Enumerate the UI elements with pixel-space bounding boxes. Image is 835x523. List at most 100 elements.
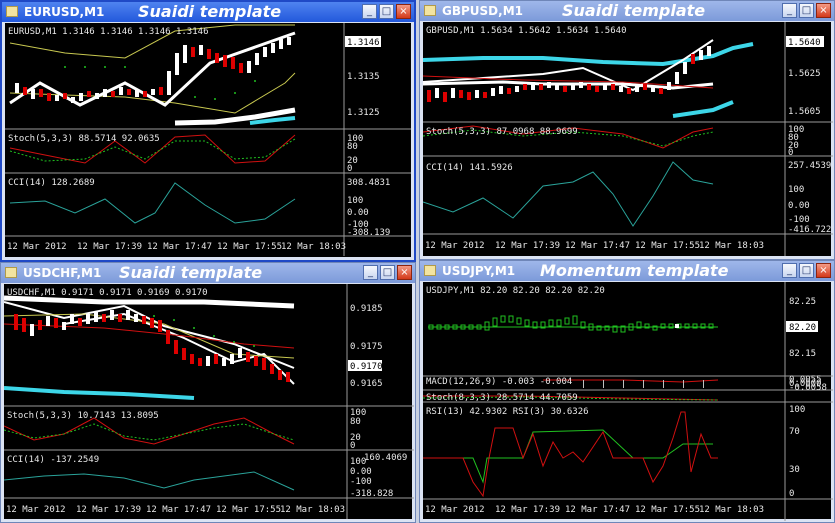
close-button[interactable]: × bbox=[816, 3, 831, 18]
time-axis-label: 12 Mar 18:03 bbox=[280, 505, 345, 515]
current-price-label: 1.5640 bbox=[788, 38, 821, 48]
title-bar[interactable]: GBPUSD,M1 Suaidi template _ □ × bbox=[420, 1, 834, 21]
maximize-button[interactable]: □ bbox=[799, 3, 814, 18]
price-axis-label: 1.3135 bbox=[347, 72, 380, 82]
chart-window-icon bbox=[5, 267, 17, 278]
cci-axis-label: 100 bbox=[350, 457, 366, 467]
time-axis-label: 12 Mar 17:55 bbox=[635, 505, 700, 515]
cci-axis-label: 308.4831 bbox=[347, 178, 390, 188]
price-chart-area[interactable]: USDJPY,M1 82.20 82.20 82.20 82.20 82.25 … bbox=[423, 282, 833, 521]
minimize-button[interactable]: _ bbox=[782, 263, 797, 278]
time-axis-label: 12 Mar 2012 bbox=[425, 505, 485, 515]
stoch-axis-label: 80 bbox=[350, 417, 361, 427]
cci-axis-label: -100 bbox=[350, 477, 372, 487]
price-info: USDJPY,M1 82.20 82.20 82.20 82.20 bbox=[426, 286, 605, 296]
title-bar[interactable]: USDJPY,M1 Momentum template _ □ × bbox=[420, 261, 834, 281]
price-info: USDCHF,M1 0.9171 0.9171 0.9169 0.9170 bbox=[7, 288, 207, 298]
time-axis-label: 12 Mar 2012 bbox=[425, 241, 485, 251]
window-title: USDJPY,M1 bbox=[442, 264, 516, 278]
maximize-button[interactable]: □ bbox=[379, 4, 394, 19]
current-price-label: 82.20 bbox=[789, 323, 816, 333]
cci-axis-label: 0.00 bbox=[788, 201, 810, 211]
indicator-label: Stoch(5,3,3) 10.7143 13.8095 bbox=[7, 411, 159, 421]
usdchf-chart-window[interactable]: USDCHF,M1 Suaidi template _ □ × USDCHF,M… bbox=[0, 262, 416, 523]
cci-axis-label: -100 bbox=[788, 215, 810, 225]
indicator-label: CCI(14) -137.2549 bbox=[7, 455, 99, 465]
time-axis-label: 12 Mar 17:47 bbox=[146, 505, 211, 515]
rsi-axis-label: 100 bbox=[789, 405, 805, 415]
time-axis-label: 12 Mar 17:55 bbox=[635, 241, 700, 251]
cci-axis-label: -416.722 bbox=[788, 225, 831, 235]
price-axis-label: 0.9185 bbox=[350, 304, 383, 314]
template-name: Suaidi template bbox=[562, 1, 706, 20]
time-axis-label: 12 Mar 17:39 bbox=[77, 242, 142, 252]
time-axis-label: 12 Mar 2012 bbox=[7, 242, 67, 252]
usdchf-candles bbox=[14, 310, 290, 382]
close-button[interactable]: × bbox=[816, 263, 831, 278]
price-axis-label: 0.9175 bbox=[350, 342, 383, 352]
gbpusd-candles bbox=[427, 46, 711, 102]
stoch-axis-label: 0 bbox=[788, 148, 793, 158]
time-axis-label: 12 Mar 17:47 bbox=[565, 505, 630, 515]
indicator-label: RSI(13) 42.9302 RSI(3) 30.6326 bbox=[426, 407, 589, 417]
indicator-label: Stoch(5,3,3) 88.5714 92.0635 bbox=[8, 134, 160, 144]
price-axis-label: 82.25 bbox=[789, 297, 816, 307]
cci-axis-label: 0.00 bbox=[347, 208, 369, 218]
price-axis-label: 1.5605 bbox=[788, 107, 821, 117]
window-title: GBPUSD,M1 bbox=[442, 4, 523, 18]
time-axis-label: 12 Mar 18:03 bbox=[699, 505, 764, 515]
minimize-button[interactable]: _ bbox=[362, 4, 377, 19]
minimize-button[interactable]: _ bbox=[363, 265, 378, 280]
cci-axis-label: 160.4069 bbox=[364, 453, 407, 463]
price-chart-area[interactable]: EURUSD,M1 1.3146 1.3146 1.3146 1.3146 1.… bbox=[5, 23, 411, 257]
time-axis-label: 12 Mar 18:03 bbox=[281, 242, 346, 252]
chart-window-icon bbox=[424, 265, 436, 276]
cci-axis-label: -308.139 bbox=[347, 228, 390, 238]
time-axis-label: 12 Mar 17:47 bbox=[565, 241, 630, 251]
minimize-button[interactable]: _ bbox=[782, 3, 797, 18]
price-chart-area[interactable]: USDCHF,M1 0.9171 0.9171 0.9169 0.9170 0.… bbox=[4, 284, 414, 519]
chart-canvas: GBPUSD,M1 1.5634 1.5642 1.5634 1.5640 1.… bbox=[423, 22, 833, 256]
time-axis-label: 12 Mar 18:03 bbox=[699, 241, 764, 251]
close-button[interactable]: × bbox=[397, 265, 412, 280]
cci-axis-label: -318.828 bbox=[350, 489, 393, 499]
gbpusd-chart-window[interactable]: GBPUSD,M1 Suaidi template _ □ × GBPUSD,M… bbox=[419, 0, 835, 260]
time-axis-label: 12 Mar 17:55 bbox=[216, 505, 281, 515]
indicator-label: CCI(14) 141.5926 bbox=[426, 163, 513, 173]
indicator-label: Stoch(8,3,3) 28.5714 44.7059 bbox=[426, 393, 578, 403]
time-axis-label: 12 Mar 17:47 bbox=[147, 242, 212, 252]
stoch-axis-label: 80 bbox=[347, 142, 358, 152]
maximize-button[interactable]: □ bbox=[799, 263, 814, 278]
chart-window-icon bbox=[6, 6, 18, 17]
maximize-button[interactable]: □ bbox=[380, 265, 395, 280]
indicator-label: CCI(14) 128.2689 bbox=[8, 178, 95, 188]
close-button[interactable]: × bbox=[396, 4, 411, 19]
cci-axis-label: 0.00 bbox=[350, 467, 372, 477]
price-axis-label: 1.3125 bbox=[347, 108, 380, 118]
chart-canvas: USDCHF,M1 0.9171 0.9171 0.9169 0.9170 0.… bbox=[4, 284, 414, 519]
current-bar-marker bbox=[675, 324, 679, 328]
chart-canvas: USDJPY,M1 82.20 82.20 82.20 82.20 82.25 … bbox=[423, 282, 833, 521]
title-bar[interactable]: EURUSD,M1 Suaidi template _ □ × bbox=[2, 2, 414, 22]
title-bar[interactable]: USDCHF,M1 Suaidi template _ □ × bbox=[1, 263, 415, 283]
usdjpy-bars bbox=[428, 315, 718, 333]
usdjpy-chart-window[interactable]: USDJPY,M1 Momentum template _ □ × USDJPY… bbox=[419, 260, 835, 523]
price-chart-area[interactable]: GBPUSD,M1 1.5634 1.5642 1.5634 1.5640 1.… bbox=[423, 22, 833, 256]
cci-axis-label: 100 bbox=[788, 185, 804, 195]
rsi-axis-label: 30 bbox=[789, 465, 800, 475]
time-axis-label: 12 Mar 17:39 bbox=[76, 505, 141, 515]
price-axis-label: 1.5625 bbox=[788, 69, 821, 79]
current-price-label: 0.9170 bbox=[350, 362, 383, 372]
rsi-axis-label: 70 bbox=[789, 427, 800, 437]
cci-axis-label: 100 bbox=[347, 196, 363, 206]
indicator-label: MACD(12,26,9) -0.003 -0.004 bbox=[426, 377, 572, 387]
chart-window-icon bbox=[424, 5, 436, 16]
time-axis-label: 12 Mar 2012 bbox=[6, 505, 66, 515]
price-info: EURUSD,M1 1.3146 1.3146 1.3146 1.3146 bbox=[8, 27, 208, 37]
template-name: Momentum template bbox=[540, 261, 729, 280]
template-name: Suaidi template bbox=[138, 2, 282, 21]
stoch-axis-label: 0 bbox=[347, 164, 352, 174]
chart-canvas: EURUSD,M1 1.3146 1.3146 1.3146 1.3146 1.… bbox=[5, 23, 411, 256]
cci-axis-label: 257.4539 bbox=[788, 161, 831, 171]
eurusd-chart-window[interactable]: EURUSD,M1 Suaidi template _ □ × EURUSD,M… bbox=[0, 0, 416, 262]
